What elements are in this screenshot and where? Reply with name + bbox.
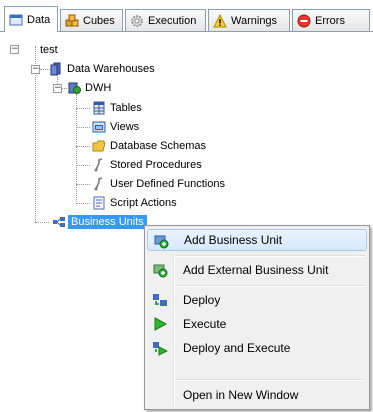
tree-node-user-defined-functions[interactable]: User Defined Functions xyxy=(92,176,225,192)
tree-node-label: Data Warehouses xyxy=(67,63,155,75)
tree-node-dwh[interactable]: DWH xyxy=(67,80,111,96)
business-units-icon xyxy=(52,215,66,229)
menu-item-deploy[interactable]: Deploy xyxy=(147,289,367,311)
tab-execution-label: Execution xyxy=(148,14,197,27)
tab-cubes[interactable]: Cubes xyxy=(60,9,123,31)
menu-item-deploy-and-execute[interactable]: Deploy and Execute xyxy=(147,337,367,359)
tree-node-label: DWH xyxy=(85,82,112,94)
tree-node-database-schemas[interactable]: Database Schemas xyxy=(92,138,206,154)
tree-line xyxy=(76,203,90,204)
function-icon xyxy=(92,177,106,191)
execution-gear-icon xyxy=(130,14,144,28)
tree-line xyxy=(76,146,90,147)
error-stop-icon xyxy=(297,14,311,28)
tab-errors[interactable]: Errors xyxy=(292,9,370,31)
menu-item-label: Add External Business Unit xyxy=(183,263,329,277)
tree-node-tables[interactable]: Tables xyxy=(92,100,142,116)
menu-item-open-in-new-window[interactable]: Open in New Window xyxy=(147,384,367,406)
tree-node-label: Database Schemas xyxy=(110,140,206,152)
add-external-business-unit-icon xyxy=(152,262,168,278)
tree-line xyxy=(35,222,49,223)
data-grid-icon xyxy=(9,13,23,27)
warning-triangle-icon xyxy=(213,13,227,28)
collapse-dwh-toggle[interactable]: − xyxy=(53,84,62,93)
tree-line xyxy=(76,165,90,166)
tree-line xyxy=(76,184,90,185)
table-icon xyxy=(92,101,106,115)
script-icon xyxy=(92,196,106,210)
tree-node-script-actions[interactable]: Script Actions xyxy=(92,195,177,211)
tree-node-business-units[interactable]: Business Units xyxy=(52,214,147,230)
tab-warnings[interactable]: Warnings xyxy=(208,9,290,31)
tree-line xyxy=(76,127,90,128)
view-icon xyxy=(92,120,106,134)
menu-item-label: Deploy and Execute xyxy=(183,341,291,355)
tree-node-views[interactable]: Views xyxy=(92,119,139,135)
add-business-unit-icon xyxy=(153,233,169,249)
menu-separator xyxy=(175,255,365,257)
tree-node-label: Tables xyxy=(110,102,142,114)
menu-item-add-external-business-unit[interactable]: Add External Business Unit xyxy=(147,259,367,281)
procedure-icon xyxy=(92,158,106,172)
menu-item-label: Add Business Unit xyxy=(184,233,283,247)
database-stack-icon xyxy=(49,62,63,76)
tree-node-label: Stored Procedures xyxy=(110,159,202,171)
tree-node-label: Views xyxy=(110,121,140,133)
tree-node-label: test xyxy=(40,44,58,56)
menu-item-label: Open in New Window xyxy=(183,388,299,402)
execute-play-icon xyxy=(152,316,168,332)
collapse-root-toggle[interactable]: − xyxy=(10,45,19,54)
context-menu: Add Business Unit Add External Business … xyxy=(144,225,370,410)
folder-icon xyxy=(92,139,106,153)
tree-node-label: Business Units xyxy=(68,215,147,229)
collapse-data-warehouses-toggle[interactable]: − xyxy=(31,65,40,74)
tab-execution[interactable]: Execution xyxy=(125,9,206,31)
menu-item-label: Deploy xyxy=(183,293,221,307)
tab-warnings-label: Warnings xyxy=(231,14,278,27)
warehouse-database-icon xyxy=(67,81,81,95)
deploy-execute-icon xyxy=(152,340,169,356)
menu-separator xyxy=(175,379,365,381)
tab-data-label: Data xyxy=(27,13,51,26)
cubes-icon xyxy=(65,14,79,28)
tree-node-label: User Defined Functions xyxy=(110,178,225,190)
menu-item-execute[interactable]: Execute xyxy=(147,313,367,335)
tab-strip: Data Cubes Execution Warnings Errors xyxy=(0,0,373,34)
menu-item-add-business-unit[interactable]: Add Business Unit xyxy=(147,229,367,251)
tree-node-label: Script Actions xyxy=(110,197,177,209)
tree-line xyxy=(76,108,90,109)
tree-line xyxy=(76,94,77,204)
tree-node-data-warehouses[interactable]: Data Warehouses xyxy=(49,61,155,77)
tree-node-stored-procedures[interactable]: Stored Procedures xyxy=(92,157,202,173)
menu-separator xyxy=(175,285,365,287)
tab-cubes-label: Cubes xyxy=(83,14,115,27)
menu-item-label: Execute xyxy=(183,317,227,331)
tab-errors-label: Errors xyxy=(315,14,345,27)
tab-data[interactable]: Data xyxy=(4,6,58,32)
tree-node-root[interactable]: test xyxy=(40,42,58,58)
deploy-icon xyxy=(152,292,168,308)
